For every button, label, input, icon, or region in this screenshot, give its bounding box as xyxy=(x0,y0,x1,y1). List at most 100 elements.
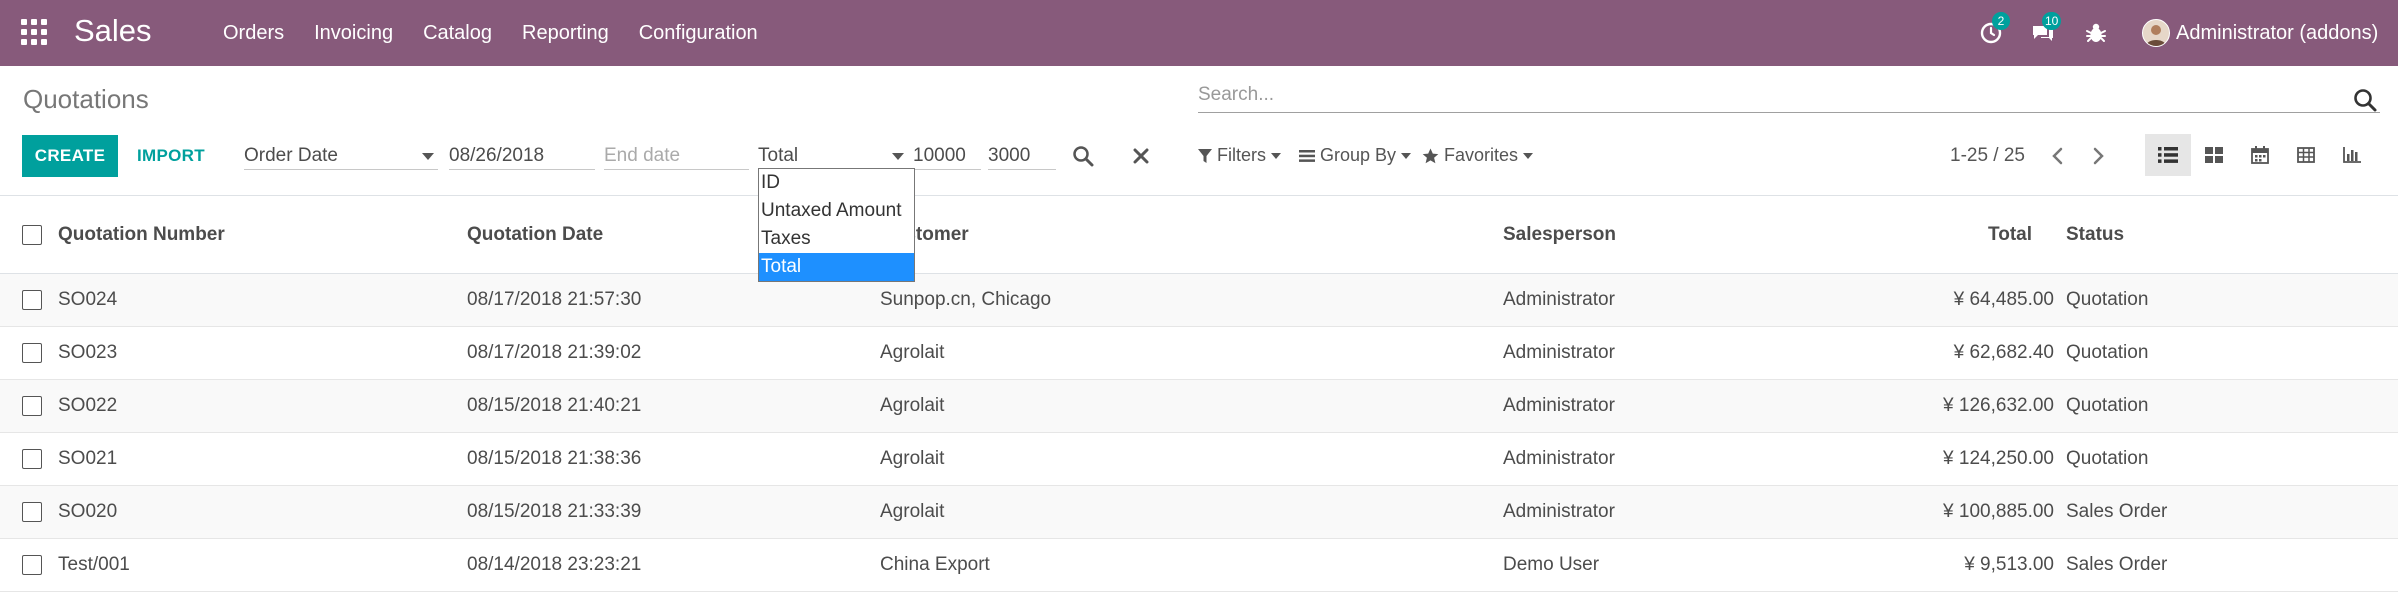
cell-salesperson: Administrator xyxy=(1503,501,1615,522)
menu-orders[interactable]: Orders xyxy=(208,0,299,66)
select-all-checkbox[interactable] xyxy=(22,225,42,245)
row-checkbox[interactable] xyxy=(22,396,42,416)
bar-chart-icon xyxy=(2343,147,2361,163)
chevron-down-icon xyxy=(1523,152,1534,159)
star-icon xyxy=(1422,148,1439,163)
app-title[interactable]: Sales xyxy=(74,13,152,49)
amount-field-options-list: ID Untaxed Amount Taxes Total xyxy=(758,168,915,282)
cell-status: Quotation xyxy=(2066,395,2149,416)
column-header-salesperson[interactable]: Salesperson xyxy=(1503,196,1616,273)
table-header: Quotation Number Quotation Date Customer… xyxy=(0,196,2398,274)
cell-number: Test/001 xyxy=(58,554,130,575)
filters-label: Filters xyxy=(1217,145,1266,165)
messages-button[interactable]: 10 xyxy=(2030,12,2062,46)
amount-field-select[interactable]: Total xyxy=(758,142,908,170)
search-input[interactable] xyxy=(1198,80,2328,110)
table-row[interactable]: SO023 08/17/2018 21:39:02 Agrolait Administ… xyxy=(0,327,2398,380)
close-icon[interactable] xyxy=(1130,145,1152,167)
calendar-icon xyxy=(2251,146,2269,164)
column-header-total[interactable]: Total xyxy=(1930,196,2032,273)
breadcrumb: Quotations xyxy=(23,84,149,114)
column-header-date[interactable]: Quotation Date xyxy=(467,196,603,273)
table-body: SO024 08/17/2018 21:57:30 Sunpop.cn, Chica… xyxy=(0,274,2398,592)
search-icon[interactable] xyxy=(1072,145,1094,167)
menu-reporting[interactable]: Reporting xyxy=(507,0,624,66)
favorites-button[interactable]: Favorites xyxy=(1422,145,1534,166)
cell-customer: China Export xyxy=(880,554,990,575)
table-icon xyxy=(2297,147,2315,163)
main-menu: Orders Invoicing Catalog Reporting Confi… xyxy=(208,0,773,66)
cell-status: Sales Order xyxy=(2066,501,2168,522)
start-date-input[interactable]: 08/26/2018 xyxy=(449,142,595,170)
amount-from-input[interactable]: 10000 xyxy=(913,142,981,170)
cell-customer: Agrolait xyxy=(880,395,945,416)
column-header-status[interactable]: Status xyxy=(2066,196,2124,273)
table-row[interactable]: SO022 08/15/2018 21:40:21 Agrolait Administ… xyxy=(0,380,2398,433)
menu-catalog[interactable]: Catalog xyxy=(408,0,507,66)
option-id[interactable]: ID xyxy=(759,169,914,197)
cell-date: 08/15/2018 21:33:39 xyxy=(467,501,642,522)
debug-button[interactable] xyxy=(2083,20,2109,46)
import-button[interactable]: IMPORT xyxy=(126,135,216,177)
cell-customer: Agrolait xyxy=(880,342,945,363)
chevron-down-icon xyxy=(422,153,434,160)
user-menu[interactable]: Administrator (addons) xyxy=(2142,19,2378,47)
groupby-button[interactable]: Group By xyxy=(1299,145,1412,166)
graph-view-button[interactable] xyxy=(2329,134,2375,176)
row-checkbox[interactable] xyxy=(22,343,42,363)
filter-icon xyxy=(1198,148,1212,163)
table-row[interactable]: Test/001 08/14/2018 23:23:21 China Export D… xyxy=(0,539,2398,592)
amount-to-input[interactable]: 3000 xyxy=(988,142,1056,170)
avatar xyxy=(2142,19,2170,47)
option-untaxed-amount[interactable]: Untaxed Amount xyxy=(759,197,914,225)
kanban-icon xyxy=(2205,147,2223,163)
cell-status: Quotation xyxy=(2066,448,2149,469)
user-name: Administrator (addons) xyxy=(2176,21,2379,44)
column-header-number[interactable]: Quotation Number xyxy=(58,196,225,273)
option-taxes[interactable]: Taxes xyxy=(759,225,914,253)
chevron-down-icon xyxy=(892,153,904,160)
date-field-select-value: Order Date xyxy=(244,145,338,166)
cell-total: ¥ 9,513.00 xyxy=(1964,554,2054,575)
cell-salesperson: Administrator xyxy=(1503,289,1615,310)
filters-button[interactable]: Filters xyxy=(1198,145,1281,166)
cell-total: ¥ 62,682.40 xyxy=(1953,342,2054,363)
menu-invoicing[interactable]: Invoicing xyxy=(299,0,408,66)
cell-number: SO024 xyxy=(58,289,118,310)
create-button[interactable]: CREATE xyxy=(22,135,118,177)
cell-status: Quotation xyxy=(2066,289,2149,310)
calendar-view-button[interactable] xyxy=(2237,134,2283,176)
cell-number: SO022 xyxy=(58,395,118,416)
end-date-placeholder: End date xyxy=(604,145,681,166)
chevron-down-icon xyxy=(1401,152,1412,159)
bug-icon xyxy=(2086,23,2106,42)
list-view-button[interactable] xyxy=(2145,134,2191,176)
table-row[interactable]: SO024 08/17/2018 21:57:30 Sunpop.cn, Chica… xyxy=(0,274,2398,327)
activity-count-badge: 2 xyxy=(1992,12,2010,30)
date-field-select[interactable]: Order Date xyxy=(244,142,438,170)
activity-button[interactable]: 2 xyxy=(1978,12,2010,46)
chevron-left-icon[interactable] xyxy=(2046,144,2070,168)
row-checkbox[interactable] xyxy=(22,449,42,469)
cell-number: SO020 xyxy=(58,501,118,522)
end-date-input[interactable]: End date xyxy=(604,142,749,170)
chevron-right-icon[interactable] xyxy=(2086,144,2110,168)
amount-from-value: 10000 xyxy=(913,145,966,166)
pivot-view-button[interactable] xyxy=(2283,134,2329,176)
row-checkbox[interactable] xyxy=(22,290,42,310)
menu-configuration[interactable]: Configuration xyxy=(624,0,773,66)
option-total[interactable]: Total xyxy=(759,253,914,281)
table-row[interactable]: SO020 08/15/2018 21:33:39 Agrolait Administ… xyxy=(0,486,2398,539)
apps-grid-icon[interactable] xyxy=(21,19,49,47)
cell-customer: Agrolait xyxy=(880,501,945,522)
row-checkbox[interactable] xyxy=(22,502,42,522)
pager-value[interactable]: 1-25 / 25 xyxy=(1950,145,2025,167)
cell-date: 08/14/2018 23:23:21 xyxy=(467,554,642,575)
cell-date: 08/15/2018 21:40:21 xyxy=(467,395,642,416)
row-checkbox[interactable] xyxy=(22,555,42,575)
search-bar xyxy=(1198,80,2380,113)
kanban-view-button[interactable] xyxy=(2191,134,2237,176)
search-icon[interactable] xyxy=(2352,87,2378,113)
messages-count-badge: 10 xyxy=(2042,12,2062,30)
table-row[interactable]: SO021 08/15/2018 21:38:36 Agrolait Administ… xyxy=(0,433,2398,486)
